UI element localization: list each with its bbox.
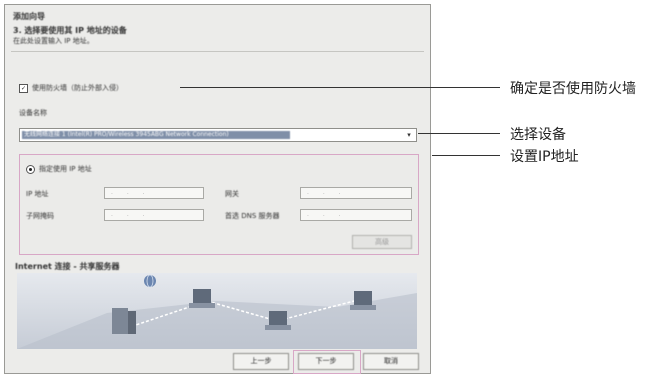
dns-server-label: 首选 DNS 服务器 bbox=[225, 212, 280, 220]
chevron-down-icon[interactable]: ▾ bbox=[404, 130, 414, 140]
ip-radio-row[interactable]: 指定使用 IP 地址 bbox=[26, 164, 92, 174]
globe-icon bbox=[144, 274, 156, 288]
subnet-mask-input[interactable]: . . . bbox=[104, 209, 204, 221]
ip-address-label: IP 地址 bbox=[26, 190, 49, 198]
device-selected-value: 无线网络连接 1 (Intel(R) PRO/Wireless 3945ABG … bbox=[22, 131, 290, 139]
step-title: 3. 选择要使用其 IP 地址的设备 bbox=[13, 26, 127, 35]
ip-radio-label: 指定使用 IP 地址 bbox=[39, 165, 92, 173]
ip-address-input[interactable]: . . . bbox=[104, 187, 204, 199]
ip-radio-button[interactable] bbox=[26, 164, 35, 174]
firewall-callout: 确定是否使用防火墙 bbox=[510, 81, 636, 97]
device-label: 设备名称 bbox=[19, 109, 47, 117]
device-callout-line bbox=[418, 133, 500, 134]
gateway-input[interactable]: . . . bbox=[300, 187, 412, 199]
firewall-checkbox-row[interactable]: ✓ 使用防火墙（防止外部入侵） bbox=[19, 83, 123, 93]
firewall-checkbox-label: 使用防火墙（防止外部入侵） bbox=[32, 84, 123, 92]
back-button[interactable]: 上一步 bbox=[233, 353, 289, 370]
dialog-title: 添加向导 bbox=[13, 12, 45, 21]
device-callout: 选择设备 bbox=[510, 127, 566, 143]
gateway-label: 网关 bbox=[225, 190, 239, 198]
ip-callout: 设置IP地址 bbox=[510, 149, 579, 165]
device-select[interactable]: 无线网络连接 1 (Intel(R) PRO/Wireless 3945ABG … bbox=[19, 128, 417, 142]
firewall-checkbox[interactable]: ✓ bbox=[19, 83, 28, 93]
network-diagram bbox=[17, 273, 417, 349]
step-description: 在此处设置输入 IP 地址。 bbox=[13, 37, 94, 45]
divider bbox=[11, 51, 424, 52]
firewall-callout-line bbox=[180, 87, 500, 88]
ip-callout-line bbox=[432, 155, 500, 156]
cancel-button[interactable]: 取消 bbox=[363, 353, 419, 370]
ip-settings-group: 指定使用 IP 地址 IP 地址 . . . 网关 . . . 子网掩码 . .… bbox=[19, 154, 419, 255]
server-icon bbox=[112, 308, 136, 334]
next-button[interactable]: 下一步 bbox=[298, 353, 354, 370]
network-title: Internet 连接 - 共享服务器 bbox=[15, 262, 120, 271]
dns-server-input[interactable]: . . . bbox=[300, 209, 412, 221]
advanced-button[interactable]: 高级 bbox=[352, 235, 412, 249]
subnet-mask-label: 子网掩码 bbox=[26, 212, 54, 220]
setup-wizard-dialog: 添加向导 3. 选择要使用其 IP 地址的设备 在此处设置输入 IP 地址。 ✓… bbox=[4, 4, 431, 374]
